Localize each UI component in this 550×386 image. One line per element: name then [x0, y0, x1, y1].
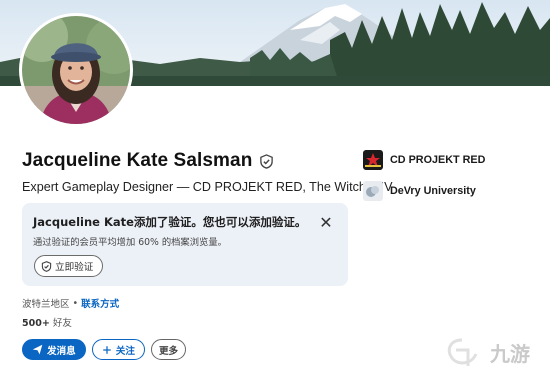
- location-separator: •: [72, 297, 79, 309]
- more-button[interactable]: 更多: [150, 339, 187, 360]
- contact-info-link[interactable]: 联系方式: [81, 296, 119, 310]
- message-button-label: 发消息: [47, 345, 76, 357]
- name-row: Jacqueline Kate Salsman: [22, 150, 274, 172]
- watermark-logo-icon: [447, 338, 478, 366]
- verification-card: Jacqueline Kate添加了验证。您也可以添加验证。 ✕ 通过验证的会员…: [22, 203, 348, 286]
- connections-label: 好友: [52, 318, 72, 329]
- org-item-devry[interactable]: DeVry University: [363, 181, 476, 201]
- devry-logo-icon: [363, 181, 383, 201]
- profile-actions: 发消息 关注 更多: [22, 339, 187, 360]
- shield-check-icon: [41, 260, 52, 272]
- location-row: 波特兰地区 • 联系方式: [22, 296, 119, 311]
- verification-subtitle: 通过验证的会员平均增加 60% 的档案浏览量。: [33, 237, 227, 248]
- close-icon[interactable]: ✕: [318, 215, 334, 231]
- follow-button[interactable]: 关注: [91, 339, 145, 360]
- verify-now-label: 立即验证: [55, 262, 94, 273]
- verified-shield-icon[interactable]: [259, 153, 274, 169]
- follow-button-label: 关注: [115, 345, 135, 357]
- verification-title: Jacqueline Kate添加了验证。您也可以添加验证。: [33, 215, 307, 229]
- profile-headline: Expert Gameplay Designer — CD PROJEKT RE…: [22, 180, 393, 194]
- verify-now-button[interactable]: 立即验证: [34, 255, 104, 277]
- org-item-cdpr[interactable]: CD PROJEKT RED: [363, 150, 485, 170]
- message-button[interactable]: 发消息: [22, 339, 86, 360]
- connections-row[interactable]: 500+ 好友: [22, 315, 72, 329]
- watermark-text: 九游: [490, 342, 530, 366]
- org-name: DeVry University: [390, 185, 476, 197]
- profile-photo: [22, 16, 130, 124]
- avatar[interactable]: [22, 16, 130, 124]
- cdpr-logo-icon: [363, 150, 383, 170]
- plus-icon: [103, 345, 111, 354]
- org-name: CD PROJEKT RED: [390, 154, 486, 166]
- location-text: 波特兰地区: [22, 299, 70, 310]
- connections-count: 500+: [22, 318, 50, 329]
- profile-name: Jacqueline Kate Salsman: [22, 150, 253, 171]
- more-button-label: 更多: [158, 345, 179, 357]
- send-icon: [32, 344, 43, 355]
- watermark: 九游: [428, 322, 548, 382]
